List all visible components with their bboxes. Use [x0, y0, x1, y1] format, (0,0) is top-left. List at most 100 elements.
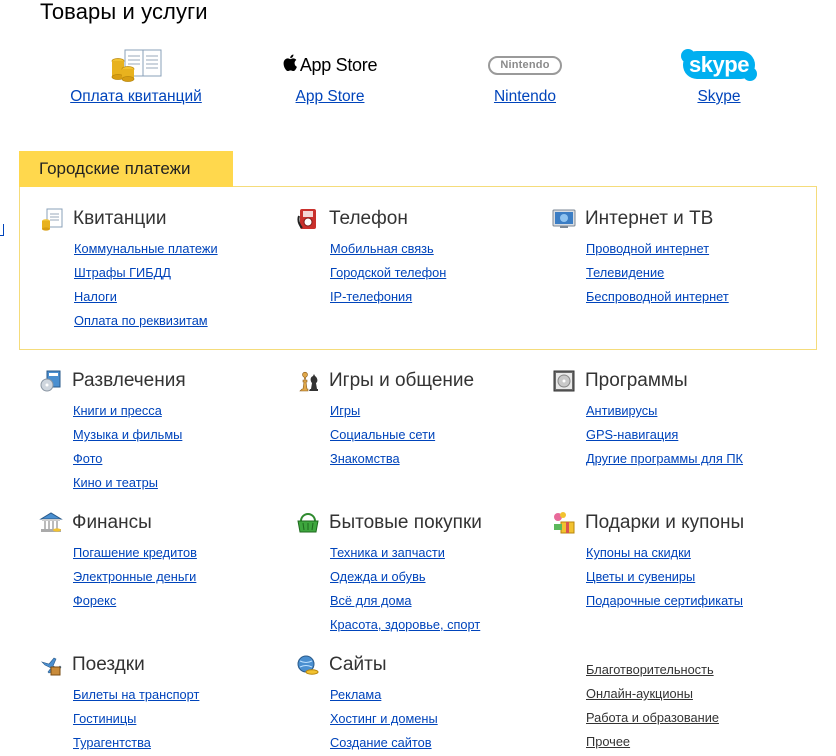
city-payments-tab[interactable]: Городские платежи — [19, 151, 233, 187]
link-tickets[interactable]: Билеты на транспорт — [73, 687, 199, 702]
chess-icon — [296, 369, 320, 393]
basket-icon — [296, 511, 320, 535]
nintendo-logo[interactable]: Nintendo — [488, 44, 562, 86]
category-igry: Игры и общение Игры Социальные сети Знак… — [296, 369, 536, 475]
category-title: Сайты — [329, 654, 387, 675]
category-title: Интернет и ТВ — [585, 208, 714, 229]
category-telefon: Телефон Мобильная связь Городской телефо… — [296, 207, 536, 313]
link-landline[interactable]: Городской телефон — [330, 265, 446, 280]
category-razvlecheniya: Развлечения Книги и пресса Музыка и филь… — [39, 369, 279, 499]
airplane-icon — [39, 653, 63, 677]
list-item: Турагентства — [39, 735, 279, 756]
app-store-logo[interactable]: App Store — [283, 44, 377, 86]
list-item: Беспроводной интернет — [552, 289, 792, 313]
link-gift-cards[interactable]: Подарочные сертификаты — [586, 593, 743, 608]
skype-logo[interactable]: skype — [681, 44, 757, 86]
link-home[interactable]: Всё для дома — [330, 593, 412, 608]
vendor-link-app-store[interactable]: App Store — [296, 88, 365, 106]
link-hosting[interactable]: Хостинг и домены — [330, 711, 438, 726]
list-item: Благотворительность — [586, 662, 719, 686]
list-item: Знакомства — [296, 451, 536, 475]
bank-icon — [39, 511, 63, 535]
list-item: Коммунальные платежи — [40, 241, 280, 265]
entertainment-icon — [39, 369, 63, 393]
category-title: Финансы — [72, 512, 152, 533]
vendor-nintendo[interactable]: Nintendo Nintendo — [425, 44, 625, 106]
link-dating[interactable]: Знакомства — [330, 451, 400, 466]
vendor-skype[interactable]: skype Skype — [619, 44, 819, 106]
category-finansy: Финансы Погашение кредитов Электронные д… — [39, 511, 279, 617]
link-coupons[interactable]: Купоны на скидки — [586, 545, 691, 560]
link-gps[interactable]: GPS-навигация — [586, 427, 678, 442]
list-item: Цветы и сувениры — [552, 569, 792, 593]
apple-logo-icon — [283, 54, 297, 76]
category-title: Бытовые покупки — [329, 512, 482, 533]
link-books[interactable]: Книги и пресса — [73, 403, 162, 418]
link-social[interactable]: Социальные сети — [330, 427, 435, 442]
list-item: Оплата по реквизитам — [40, 313, 280, 337]
list-item: Билеты на транспорт — [39, 687, 279, 711]
link-cinema[interactable]: Кино и театры — [73, 475, 158, 490]
link-wired-internet[interactable]: Проводной интернет — [586, 241, 709, 256]
category-title: Поездки — [72, 654, 145, 675]
link-tv[interactable]: Телевидение — [586, 265, 664, 280]
list-item: Реклама — [296, 687, 536, 711]
nintendo-logo-text: Nintendo — [500, 59, 550, 71]
link-forex[interactable]: Форекс — [73, 593, 116, 608]
vendor-link-skype[interactable]: Skype — [697, 88, 740, 106]
list-item: Гостиницы — [39, 711, 279, 735]
list-item: Форекс — [39, 593, 279, 617]
link-antivirus[interactable]: Антивирусы — [586, 403, 657, 418]
link-rekvizity[interactable]: Оплата по реквизитам — [74, 313, 208, 328]
list-item: Подарочные сертификаты — [552, 593, 792, 617]
list-item: Проводной интернет — [552, 241, 792, 265]
link-clothes[interactable]: Одежда и обувь — [330, 569, 426, 584]
link-music-films[interactable]: Музыка и фильмы — [73, 427, 182, 442]
link-shtrafy[interactable]: Штрафы ГИБДД — [74, 265, 171, 280]
vendor-link-nintendo[interactable]: Nintendo — [494, 88, 556, 106]
link-nalogi[interactable]: Налоги — [74, 289, 117, 304]
link-auctions[interactable]: Онлайн-аукционы — [586, 686, 693, 701]
link-flowers[interactable]: Цветы и сувениры — [586, 569, 695, 584]
link-photo[interactable]: Фото — [73, 451, 102, 466]
link-hotels[interactable]: Гостиницы — [73, 711, 136, 726]
list-item: Игры — [296, 403, 536, 427]
vendor-link-receipts[interactable]: Оплата квитанций — [70, 88, 202, 106]
list-item: Кино и театры — [39, 475, 279, 499]
link-loans[interactable]: Погашение кредитов — [73, 545, 197, 560]
category-internet: Интернет и ТВ Проводной интернет Телевид… — [552, 207, 792, 313]
link-charity[interactable]: Благотворительность — [586, 662, 714, 677]
link-kommunalnye[interactable]: Коммунальные платежи — [74, 241, 218, 256]
vendor-app-store[interactable]: App Store App Store — [230, 44, 430, 106]
category-title: Подарки и купоны — [585, 512, 745, 533]
list-item: Прочее — [586, 734, 719, 756]
link-electronics[interactable]: Техника и запчасти — [330, 545, 445, 560]
list-item: Городской телефон — [296, 265, 536, 289]
list-item: Социальные сети — [296, 427, 536, 451]
list-item: Другие программы для ПК — [552, 451, 792, 475]
monitor-icon — [552, 207, 576, 231]
link-site-creation[interactable]: Создание сайтов — [330, 735, 432, 750]
receipt-icon — [40, 207, 64, 231]
link-other[interactable]: Прочее — [586, 734, 630, 749]
category-title: Телефон — [329, 208, 408, 229]
link-advertising[interactable]: Реклама — [330, 687, 381, 702]
link-ip-phone[interactable]: IP-телефония — [330, 289, 412, 304]
category-bytovye: Бытовые покупки Техника и запчасти Одежд… — [296, 511, 536, 641]
link-pc-programs[interactable]: Другие программы для ПК — [586, 451, 743, 466]
link-work-education[interactable]: Работа и образование — [586, 710, 719, 725]
list-item: Мобильная связь — [296, 241, 536, 265]
link-travel-agencies[interactable]: Турагентства — [73, 735, 151, 750]
list-item: Всё для дома — [296, 593, 536, 617]
link-e-money[interactable]: Электронные деньги — [73, 569, 196, 584]
list-item: Погашение кредитов — [39, 545, 279, 569]
receipt-coins-icon[interactable] — [109, 44, 163, 86]
list-item: Штрафы ГИБДД — [40, 265, 280, 289]
link-wireless-internet[interactable]: Беспроводной интернет — [586, 289, 729, 304]
link-games[interactable]: Игры — [330, 403, 360, 418]
link-beauty[interactable]: Красота, здоровье, спорт — [330, 617, 480, 632]
list-item: Работа и образование — [586, 710, 719, 734]
list-item: Телевидение — [552, 265, 792, 289]
vendor-receipts[interactable]: Оплата квитанций — [36, 44, 236, 106]
link-mobile[interactable]: Мобильная связь — [330, 241, 434, 256]
